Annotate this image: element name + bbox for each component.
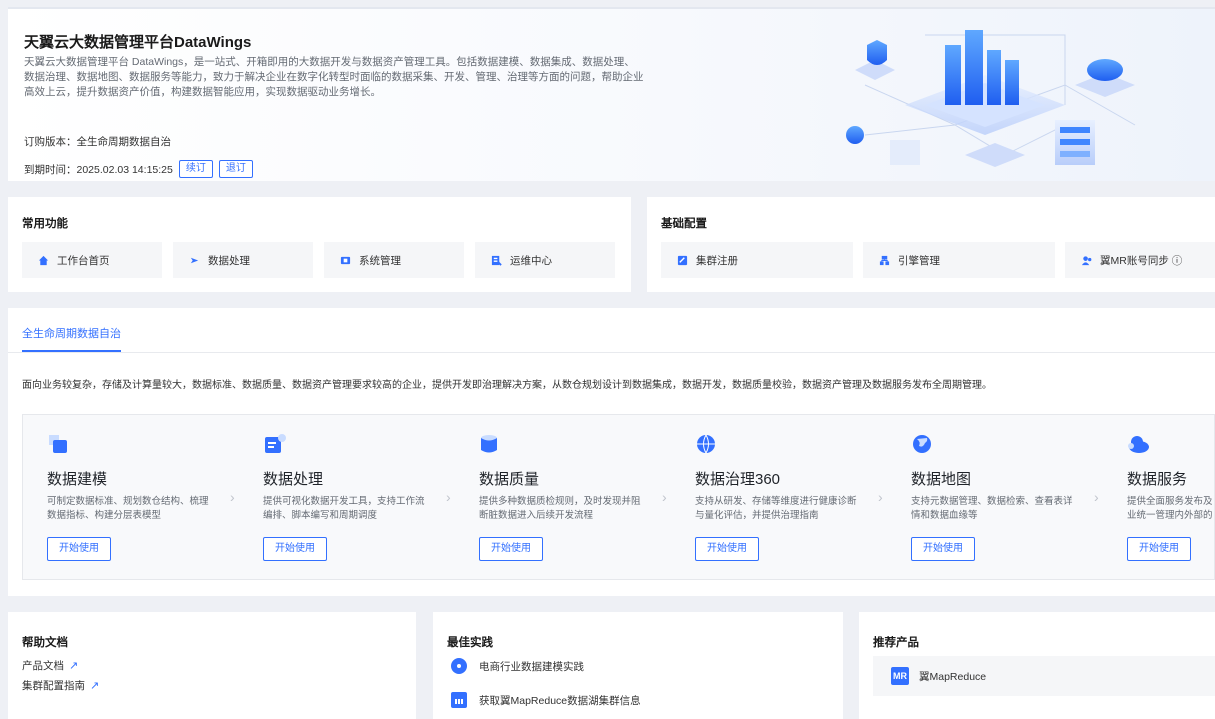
product-banner: 天翼云大数据管理平台DataWings 天翼云大数据管理平台 DataWings…: [8, 7, 1215, 181]
step-description: 提供多种数据质检规则，及时发现并阻 断脏数据进入后续开发流程: [479, 496, 641, 521]
start-button[interactable]: 开始使用: [911, 537, 975, 561]
step-data-modeling: 数据建模 可制定数据标准、规划数仓结构、梳理 数据指标、构建分层表模型 开始使用: [47, 433, 237, 561]
step-data-governance: 数据治理360 支持从研发、存储等维度进行健康诊断 与量化评估，并提供治理指南 开…: [695, 433, 885, 561]
home-icon: [38, 255, 49, 265]
ops-icon: [491, 255, 502, 266]
product-label: 翼MapReduce: [919, 670, 987, 683]
renew-button[interactable]: 续订: [178, 160, 213, 178]
subscription-version: 订购版本：全生命周期数据自治: [24, 136, 171, 148]
step-data-map: 数据地图 支持元数据管理、数据检索、查看表详 情和数据血缘等 开始使用: [911, 433, 1101, 561]
function-item-system[interactable]: 系统管理: [324, 242, 464, 278]
step-data-processing: 数据处理 提供可视化数据开发工具，支持工作流 编排、脚本编写和周期调度 开始使用: [263, 433, 453, 561]
solution-intro: 面向业务较复杂，存储及计算量较大，数据标准、数据质量、数据资产管理要求较高的企业…: [22, 380, 992, 391]
chevron-right-icon: ›: [878, 489, 883, 505]
config-item-cluster[interactable]: 集群注册: [661, 242, 853, 278]
config-item-engine[interactable]: 引擎管理: [863, 242, 1055, 278]
function-label: 数据处理: [208, 254, 250, 267]
basic-config-title: 基础配置: [661, 218, 707, 230]
data-governance-icon: [697, 434, 715, 454]
start-button[interactable]: 开始使用: [263, 537, 327, 561]
step-data-quality: 数据质量 提供多种数据质检规则，及时发现并阻 断脏数据进入后续开发流程 开始使用: [479, 433, 669, 561]
step-title: 数据治理360: [695, 471, 781, 488]
user-sync-icon: [1081, 255, 1092, 265]
building-icon: [451, 692, 467, 708]
page-title: 天翼云大数据管理平台DataWings: [24, 34, 252, 51]
common-functions-title: 常用功能: [22, 218, 68, 230]
tab-divider: [8, 352, 1215, 353]
common-functions-card: 常用功能 工作台首页 数据处理 系统管理 运维中心: [8, 197, 631, 292]
config-label: 引擎管理: [898, 254, 940, 267]
start-button[interactable]: 开始使用: [47, 537, 111, 561]
function-item-data-process[interactable]: 数据处理: [173, 242, 313, 278]
data-process-icon: [190, 257, 199, 263]
start-button[interactable]: 开始使用: [1127, 537, 1191, 561]
cluster-guide-link[interactable]: 集群配置指南 ↗: [22, 678, 99, 693]
mapreduce-icon: MR: [891, 667, 909, 685]
help-docs-card: 帮助文档 产品文档 ↗ 集群配置指南 ↗: [8, 612, 416, 719]
chevron-right-icon: ›: [230, 489, 235, 505]
step-description: 提供可视化数据开发工具，支持工作流 编排、脚本编写和周期调度: [263, 496, 425, 521]
step-description: 可制定数据标准、规划数仓结构、梳理 数据指标、构建分层表模型: [47, 496, 209, 521]
function-item-ops[interactable]: 运维中心: [475, 242, 615, 278]
step-title: 数据建模: [47, 471, 108, 488]
location-icon: [451, 658, 467, 674]
chevron-right-icon: ›: [662, 489, 667, 505]
external-link-icon: ↗: [90, 680, 100, 692]
help-docs-title: 帮助文档: [22, 637, 68, 649]
start-button[interactable]: 开始使用: [695, 537, 759, 561]
platform-illustration: [846, 30, 1136, 167]
basic-config-card: 基础配置 集群注册 引擎管理 翼MR账号同步 ⓘ: [647, 197, 1215, 292]
function-label: 系统管理: [359, 254, 401, 267]
step-title: 数据地图: [911, 471, 972, 488]
practice-item[interactable]: 电商行业数据建模实践: [451, 658, 584, 674]
step-data-service: 数据服务 提供全面服务发布及其业统一管理内外部的A 开始使用: [1127, 433, 1214, 561]
step-description: 支持从研发、存储等维度进行健康诊断 与量化评估，并提供治理指南: [695, 496, 857, 521]
practice-label: 电商行业数据建模实践: [479, 660, 584, 673]
best-practices-card: 最佳实践 电商行业数据建模实践 获取翼MapReduce数据湖集群信息: [433, 612, 843, 719]
step-description: 支持元数据管理、数据检索、查看表详 情和数据血缘等: [911, 496, 1073, 521]
best-practices-title: 最佳实践: [447, 637, 493, 649]
recommended-title: 推荐产品: [873, 637, 919, 649]
chevron-right-icon: ›: [1094, 489, 1099, 505]
data-service-icon: [1128, 436, 1149, 453]
step-title: 数据质量: [479, 471, 540, 488]
config-label: 翼MR账号同步 ⓘ: [1100, 254, 1183, 267]
unsubscribe-button[interactable]: 退订: [218, 160, 253, 178]
data-processing-icon: [265, 434, 286, 453]
practice-item[interactable]: 获取翼MapReduce数据湖集群信息: [451, 692, 641, 708]
workflow-steps: 数据建模 可制定数据标准、规划数仓结构、梳理 数据指标、构建分层表模型 开始使用 …: [22, 414, 1215, 580]
chevron-right-icon: ›: [446, 489, 451, 505]
practice-label: 获取翼MapReduce数据湖集群信息: [479, 694, 641, 707]
link-label: 集群配置指南: [22, 680, 85, 692]
function-label: 工作台首页: [57, 254, 110, 267]
product-description: 天翼云大数据管理平台 DataWings，是一站式、开箱即用的大数据开发与数据资…: [24, 56, 644, 98]
expiry-time: 到期时间：2025.02.03 14:15:25: [24, 163, 173, 176]
tab-lifecycle[interactable]: 全生命周期数据自治: [22, 325, 121, 341]
product-docs-link[interactable]: 产品文档 ↗: [22, 658, 78, 673]
engine-icon: [879, 255, 890, 265]
start-button[interactable]: 开始使用: [479, 537, 543, 561]
config-label: 集群注册: [696, 254, 738, 267]
expiry-row: 到期时间：2025.02.03 14:15:25 续订 退订: [24, 160, 253, 178]
data-modeling-icon: [49, 435, 67, 453]
external-link-icon: ↗: [69, 660, 79, 672]
function-label: 运维中心: [510, 254, 552, 267]
recommended-product-item[interactable]: MR 翼MapReduce: [873, 656, 1215, 696]
data-map-icon: [913, 435, 931, 453]
link-label: 产品文档: [22, 660, 64, 672]
step-title: 数据服务: [1127, 471, 1188, 488]
step-title: 数据处理: [263, 471, 324, 488]
data-quality-icon: [481, 435, 497, 453]
recommended-products-card: 推荐产品 MR 翼MapReduce: [859, 612, 1215, 719]
config-item-user-sync[interactable]: 翼MR账号同步 ⓘ: [1065, 242, 1215, 278]
system-icon: [340, 256, 351, 264]
cluster-icon: [677, 255, 688, 265]
function-item-workbench[interactable]: 工作台首页: [22, 242, 162, 278]
step-description: 提供全面服务发布及其业统一管理内外部的A: [1127, 496, 1212, 521]
